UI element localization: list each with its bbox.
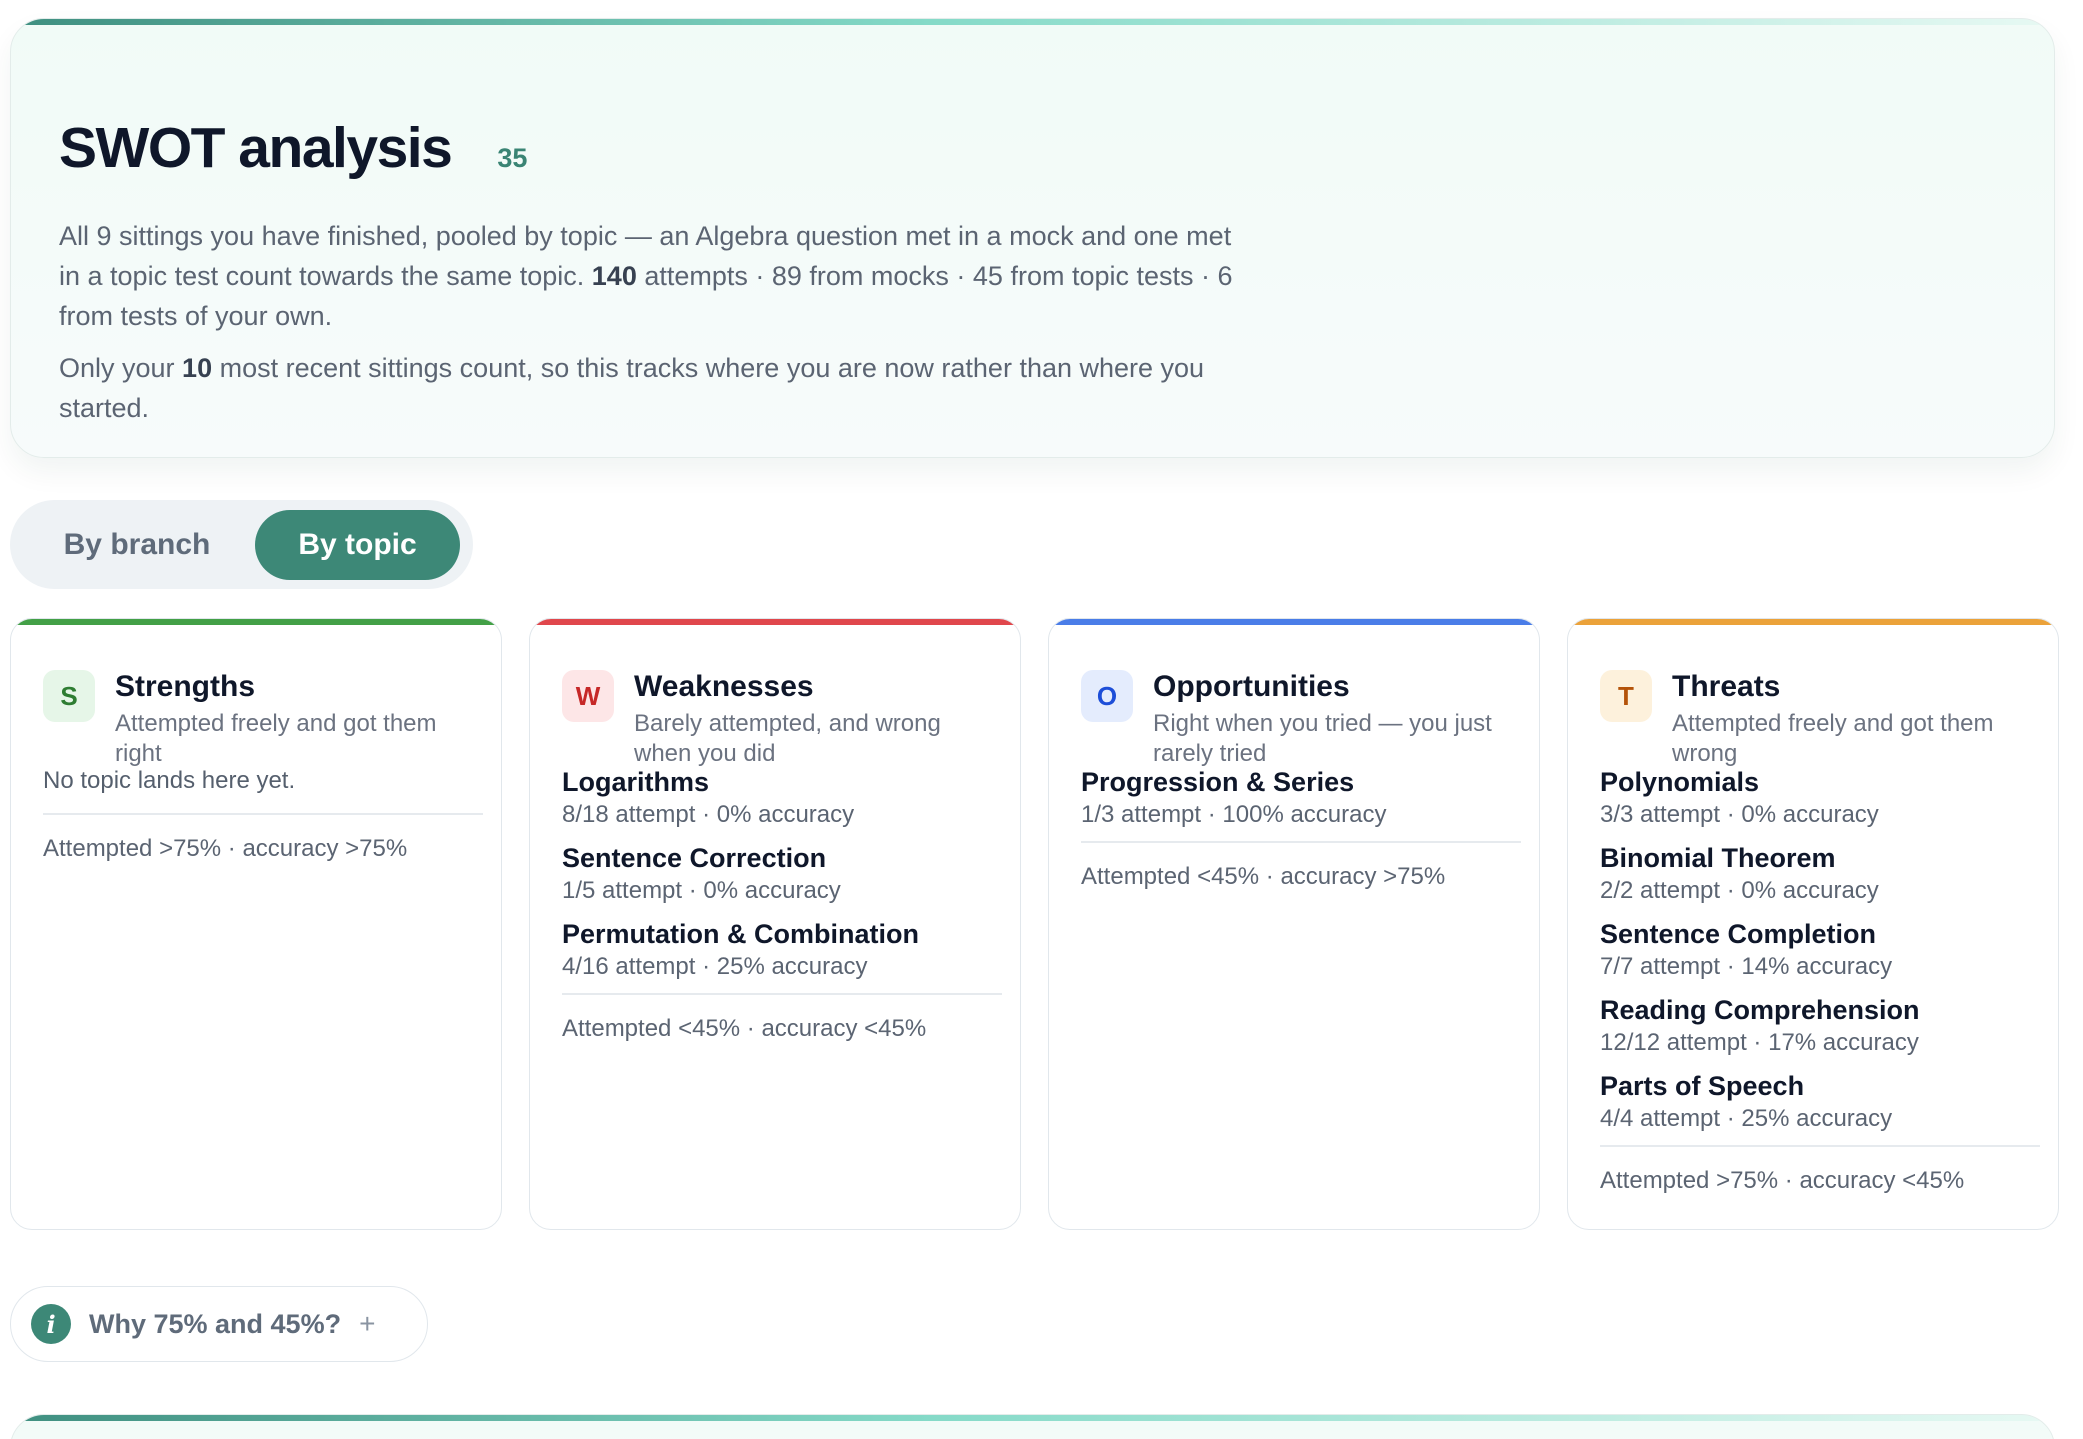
opportunities-title: Opportunities [1153, 670, 1350, 703]
threats-title: Threats [1672, 670, 1781, 703]
divider [1081, 841, 1521, 843]
opportunities-body: Progression & Series 1/3 attempt · 100% … [1081, 765, 1521, 893]
opportunities-header: O Opportunities Right when you tried — y… [1081, 655, 1521, 769]
title-count-badge: 35 [497, 143, 528, 173]
topic-name: Logarithms [562, 767, 710, 797]
strengths-subtitle: Attempted freely and got them right [115, 710, 437, 767]
strengths-card: S Strengths Attempted freely and got the… [10, 618, 502, 1230]
strengths-criteria: Attempted >75% · accuracy >75% [43, 835, 408, 862]
title-row: SWOT analysis 35 [59, 115, 527, 181]
topic-item: Logarithms 8/18 attempt · 0% accuracy [562, 765, 1002, 831]
weaknesses-card: W Weaknesses Barely attempted, and wrong… [529, 618, 1021, 1230]
divider [562, 993, 1002, 995]
strengths-body: No topic lands here yet. Attempted >75% … [43, 765, 483, 865]
topic-name: Progression & Series [1081, 767, 1355, 797]
threats-criteria: Attempted >75% · accuracy <45% [1600, 1167, 1965, 1194]
recent-sittings-count: 10 [182, 353, 213, 383]
topic-stats: 4/16 attempt · 25% accuracy [562, 953, 868, 980]
swot-header-card: SWOT analysis 35 All 9 sittings you have… [10, 18, 2055, 458]
topic-item: Polynomials 3/3 attempt · 0% accuracy [1600, 765, 2040, 831]
topic-name: Sentence Completion [1600, 919, 1877, 949]
topic-stats: 1/5 attempt · 0% accuracy [562, 877, 841, 904]
topic-name: Polynomials [1600, 767, 1760, 797]
info-icon: i [31, 1304, 71, 1344]
topic-item: Progression & Series 1/3 attempt · 100% … [1081, 765, 1521, 831]
threats-body: Polynomials 3/3 attempt · 0% accuracy Bi… [1600, 765, 2040, 1197]
topic-item: Binomial Theorem 2/2 attempt · 0% accura… [1600, 841, 2040, 907]
strengths-empty-message: No topic lands here yet. [43, 767, 296, 794]
opportunities-subtitle: Right when you tried — you just rarely t… [1153, 710, 1492, 767]
topic-stats: 12/12 attempt · 17% accuracy [1600, 1029, 1919, 1056]
page-title: SWOT analysis [59, 116, 453, 180]
toggle-by-topic[interactable]: By topic [255, 509, 460, 580]
strengths-header: S Strengths Attempted freely and got the… [43, 655, 483, 769]
attempts-count: 140 [591, 261, 637, 291]
threats-card: T Threats Attempted freely and got them … [1567, 618, 2059, 1230]
weaknesses-criteria: Attempted <45% · accuracy <45% [562, 1015, 927, 1042]
strengths-letter-badge: S [43, 670, 95, 722]
topic-stats: 8/18 attempt · 0% accuracy [562, 801, 855, 828]
weaknesses-body: Logarithms 8/18 attempt · 0% accuracy Se… [562, 765, 1002, 1045]
topic-item: Permutation & Combination 4/16 attempt ·… [562, 917, 1002, 983]
hero-description: All 9 sittings you have finished, pooled… [59, 216, 1259, 428]
pool-summary: All 9 sittings you have finished, pooled… [59, 221, 1233, 331]
topic-name: Sentence Correction [562, 843, 827, 873]
topic-stats: 1/3 attempt · 100% accuracy [1081, 801, 1387, 828]
topic-item: Sentence Correction 1/5 attempt · 0% acc… [562, 841, 1002, 907]
topic-name: Permutation & Combination [562, 919, 919, 949]
view-toggle: By branch By topic [10, 500, 473, 589]
divider [1600, 1145, 2040, 1147]
topic-item: Parts of Speech 4/4 attempt · 25% accura… [1600, 1069, 2040, 1135]
toggle-by-branch[interactable]: By branch [19, 510, 255, 580]
strengths-title: Strengths [115, 670, 256, 703]
topic-stats: 3/3 attempt · 0% accuracy [1600, 801, 1879, 828]
topic-name: Parts of Speech [1600, 1071, 1805, 1101]
opportunities-criteria: Attempted <45% · accuracy >75% [1081, 863, 1446, 890]
topic-item: Sentence Completion 7/7 attempt · 14% ac… [1600, 917, 2040, 983]
topic-name: Binomial Theorem [1600, 843, 1836, 873]
recency-note: Only your 10 most recent sittings count,… [59, 353, 1205, 423]
next-section-card [10, 1414, 2055, 1439]
divider [43, 813, 483, 815]
threats-header: T Threats Attempted freely and got them … [1600, 655, 2040, 769]
weaknesses-letter-badge: W [562, 670, 614, 722]
topic-name: Reading Comprehension [1600, 995, 1920, 1025]
threats-subtitle: Attempted freely and got them wrong [1672, 710, 1994, 767]
plus-icon: + [359, 1308, 376, 1339]
why-thresholds-button[interactable]: i Why 75% and 45%? + [10, 1286, 428, 1362]
threats-letter-badge: T [1600, 670, 1652, 722]
opportunities-letter-badge: O [1081, 670, 1133, 722]
why-thresholds-label: Why 75% and 45%? [89, 1308, 342, 1339]
topic-stats: 7/7 attempt · 14% accuracy [1600, 953, 1893, 980]
topic-stats: 4/4 attempt · 25% accuracy [1600, 1105, 1893, 1132]
opportunities-card: O Opportunities Right when you tried — y… [1048, 618, 1540, 1230]
weaknesses-header: W Weaknesses Barely attempted, and wrong… [562, 655, 1002, 769]
weaknesses-subtitle: Barely attempted, and wrong when you did [634, 710, 941, 767]
topic-stats: 2/2 attempt · 0% accuracy [1600, 877, 1879, 904]
topic-item: Reading Comprehension 12/12 attempt · 17… [1600, 993, 2040, 1059]
weaknesses-title: Weaknesses [634, 670, 814, 703]
